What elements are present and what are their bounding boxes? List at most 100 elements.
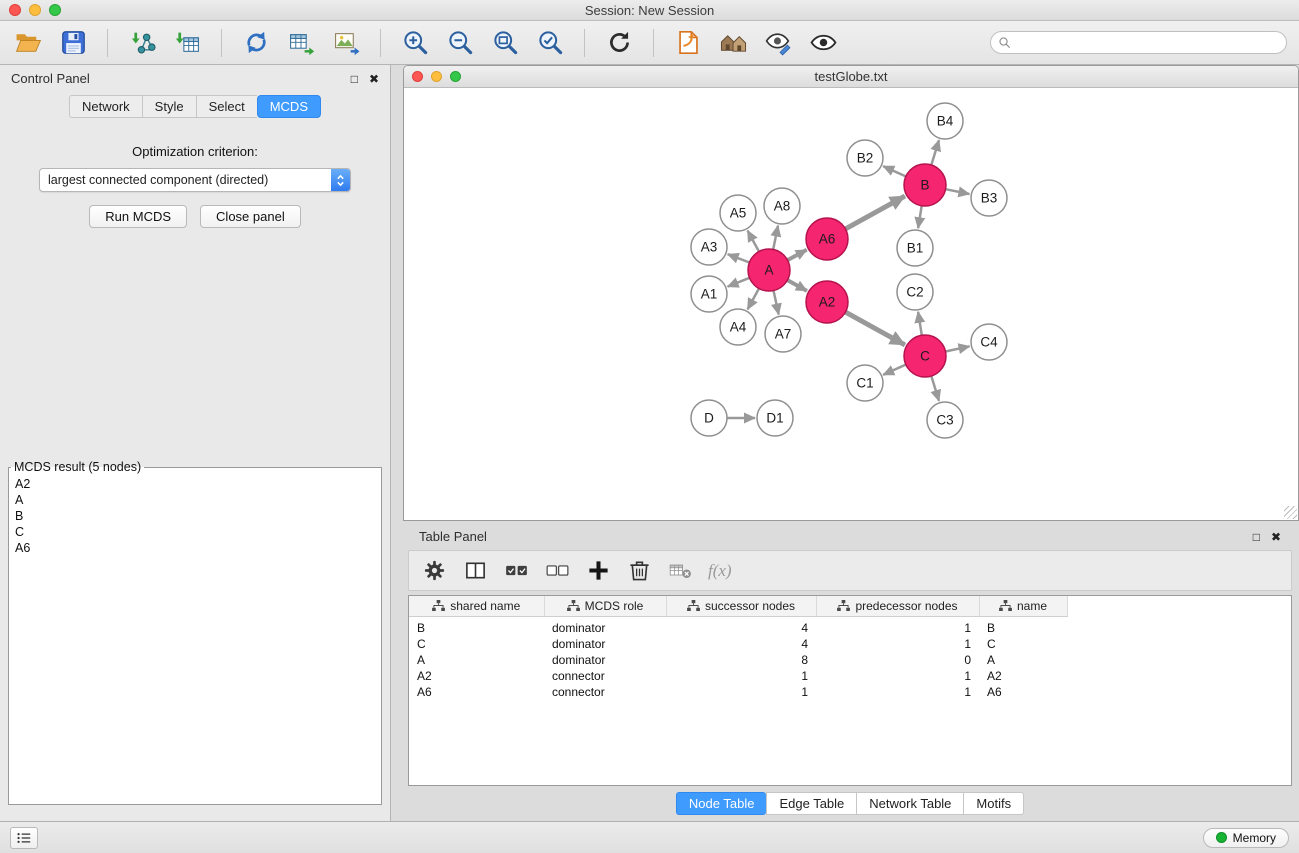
edge-A-A1[interactable] <box>728 278 750 287</box>
close-panel-button[interactable]: Close panel <box>200 205 301 228</box>
edge-A6-B[interactable] <box>845 196 905 229</box>
node-A[interactable]: A <box>748 249 790 291</box>
float-panel-icon[interactable]: □ <box>1253 530 1260 544</box>
table-cell[interactable]: 1 <box>816 616 979 636</box>
export-image-icon[interactable] <box>328 26 364 60</box>
table-cell[interactable]: C <box>979 636 1067 652</box>
table-cell[interactable]: connector <box>544 668 666 684</box>
table-cell[interactable]: A2 <box>979 668 1067 684</box>
node-A1[interactable]: A1 <box>691 276 727 312</box>
table-cell[interactable]: dominator <box>544 636 666 652</box>
column-layout-icon[interactable] <box>462 558 488 584</box>
table-row[interactable]: Adominator80A <box>409 652 1291 668</box>
mcds-result-item[interactable]: A2 <box>15 476 375 492</box>
tab-motifs[interactable]: Motifs <box>963 792 1024 815</box>
table-cell[interactable]: C <box>409 636 544 652</box>
edge-A2-C[interactable] <box>845 312 905 345</box>
table-cell[interactable]: 8 <box>666 652 816 668</box>
zoom-out-icon[interactable] <box>442 26 478 60</box>
select-all-icon[interactable] <box>503 558 529 584</box>
column-header[interactable]: successor nodes <box>666 596 816 616</box>
table-cell[interactable]: 0 <box>816 652 979 668</box>
node-A4[interactable]: A4 <box>720 309 756 345</box>
column-header[interactable]: name <box>979 596 1067 616</box>
minimize-network-window-button[interactable] <box>431 71 442 82</box>
edge-A-A3[interactable] <box>728 254 750 262</box>
node-B4[interactable]: B4 <box>927 103 963 139</box>
node-A5[interactable]: A5 <box>720 195 756 231</box>
zoom-in-icon[interactable] <box>397 26 433 60</box>
node-C1[interactable]: C1 <box>847 365 883 401</box>
table-cell[interactable]: 1 <box>816 684 979 700</box>
delete-row-icon[interactable] <box>626 558 652 584</box>
tab-style[interactable]: Style <box>142 95 196 118</box>
memory-button[interactable]: Memory <box>1203 828 1289 848</box>
table-cell[interactable]: 4 <box>666 636 816 652</box>
open-document-icon[interactable] <box>670 26 706 60</box>
table-cell[interactable]: A6 <box>409 684 544 700</box>
table-row[interactable]: Cdominator41C <box>409 636 1291 652</box>
compare-icon[interactable] <box>760 26 796 60</box>
column-header[interactable]: shared name <box>409 596 544 616</box>
table-row[interactable]: A6connector11A6 <box>409 684 1291 700</box>
node-C4[interactable]: C4 <box>971 324 1007 360</box>
edge-B-B4[interactable] <box>931 140 939 165</box>
table-cell[interactable]: 1 <box>666 684 816 700</box>
float-panel-icon[interactable]: □ <box>351 72 358 86</box>
close-panel-icon[interactable]: ✖ <box>1271 530 1281 544</box>
task-history-button[interactable] <box>10 827 38 849</box>
zoom-selected-icon[interactable] <box>532 26 568 60</box>
table-cell[interactable]: connector <box>544 684 666 700</box>
tab-select[interactable]: Select <box>196 95 257 118</box>
run-mcds-button[interactable]: Run MCDS <box>89 205 187 228</box>
close-panel-icon[interactable]: ✖ <box>369 72 379 86</box>
table-cell[interactable]: 4 <box>666 616 816 636</box>
table-cell[interactable]: A <box>979 652 1067 668</box>
edge-B-B1[interactable] <box>918 206 922 229</box>
mcds-result-item[interactable]: C <box>15 524 375 540</box>
home-icon[interactable] <box>715 26 751 60</box>
column-header[interactable]: MCDS role <box>544 596 666 616</box>
open-file-icon[interactable] <box>10 26 46 60</box>
table-cell[interactable]: 1 <box>666 668 816 684</box>
save-icon[interactable] <box>55 26 91 60</box>
network-canvas[interactable]: B4B2BB3A5A8A6B1A3AA1C2A2A4A7C4CC1C3DD1 <box>404 88 1298 520</box>
settings-icon[interactable] <box>421 558 447 584</box>
edge-C-C3[interactable] <box>931 376 939 401</box>
column-header[interactable]: predecessor nodes <box>816 596 979 616</box>
table-row[interactable]: A2connector11A2 <box>409 668 1291 684</box>
node-C3[interactable]: C3 <box>927 402 963 438</box>
export-network-icon[interactable] <box>238 26 274 60</box>
close-window-button[interactable] <box>9 4 21 16</box>
node-C2[interactable]: C2 <box>897 274 933 310</box>
edge-B-B2[interactable] <box>883 166 906 176</box>
node-A8[interactable]: A8 <box>764 188 800 224</box>
node-D1[interactable]: D1 <box>757 400 793 436</box>
deselect-all-icon[interactable] <box>544 558 570 584</box>
criterion-dropdown[interactable]: largest connected component (directed) <box>39 168 351 192</box>
tab-mcds[interactable]: MCDS <box>257 95 321 118</box>
node-A7[interactable]: A7 <box>765 316 801 352</box>
edge-A-A5[interactable] <box>748 231 759 252</box>
node-B1[interactable]: B1 <box>897 230 933 266</box>
import-table-icon[interactable] <box>169 26 205 60</box>
edge-A-A2[interactable] <box>787 280 807 291</box>
edge-A-A7[interactable] <box>774 291 779 315</box>
resize-grip-icon[interactable] <box>1284 506 1297 519</box>
edge-B-B3[interactable] <box>946 189 970 194</box>
table-cell[interactable]: B <box>409 616 544 636</box>
add-row-icon[interactable] <box>585 558 611 584</box>
node-A3[interactable]: A3 <box>691 229 727 265</box>
close-network-window-button[interactable] <box>412 71 423 82</box>
tab-node-table[interactable]: Node Table <box>676 792 767 815</box>
search-input[interactable] <box>990 31 1287 54</box>
table-cell[interactable]: B <box>979 616 1067 636</box>
delete-table-icon[interactable] <box>667 558 693 584</box>
table-row[interactable]: Bdominator41B <box>409 616 1291 636</box>
minimize-window-button[interactable] <box>29 4 41 16</box>
tab-network-table[interactable]: Network Table <box>856 792 963 815</box>
table-cell[interactable]: A6 <box>979 684 1067 700</box>
edge-C-C2[interactable] <box>918 312 922 336</box>
node-A2[interactable]: A2 <box>806 281 848 323</box>
node-B2[interactable]: B2 <box>847 140 883 176</box>
